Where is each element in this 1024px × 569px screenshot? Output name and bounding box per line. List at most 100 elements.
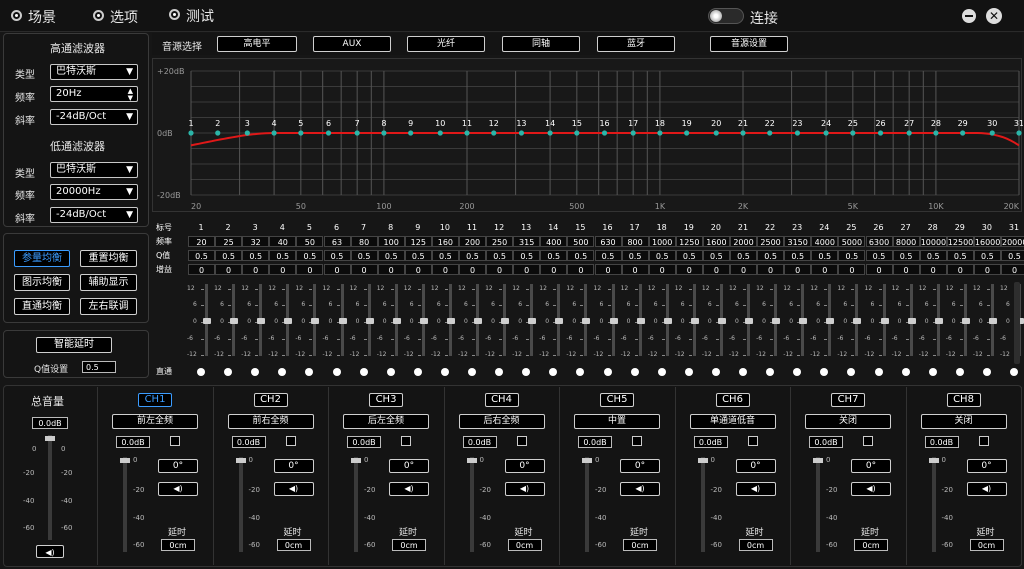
master-volume-fader[interactable] [45,435,55,540]
band-q-input[interactable]: 0.5 [594,250,622,261]
band-gain-slider[interactable]: 12 6 0 -6 -12 [268,282,296,358]
fader-knob[interactable] [235,458,246,463]
band-freq-input[interactable]: 80 [350,236,378,247]
band-q-input[interactable]: 0.5 [404,250,432,261]
hpf-type-select[interactable]: 巴特沃斯 ▼ [50,64,138,80]
band-freq-input[interactable]: 20000 [1001,236,1024,247]
band-freq-input[interactable]: 10000 [919,236,947,247]
band-freq-input[interactable]: 1250 [675,236,703,247]
slider-knob[interactable] [446,318,455,324]
band-freq-input[interactable]: 20 [188,236,215,247]
slider-knob[interactable] [338,318,347,324]
band-q-input[interactable]: 0.5 [892,250,920,261]
channel-volume-fader[interactable] [582,457,592,552]
source-settings-button[interactable]: 音源设置 [710,36,788,52]
slider-knob[interactable] [934,318,943,324]
band-freq-input[interactable]: 100 [377,236,405,247]
band-gain-input[interactable]: 0 [513,264,541,275]
band-q-input[interactable]: 0.5 [188,250,215,261]
band-freq-input[interactable]: 50 [296,236,324,247]
band-q-input[interactable]: 0.5 [323,250,351,261]
band-freq-input[interactable]: 3150 [784,236,812,247]
band-gain-input[interactable]: 0 [757,264,785,275]
band-gain-slider[interactable]: 12 6 0 -6 -12 [621,282,649,358]
band-q-input[interactable]: 0.5 [865,250,893,261]
slider-knob[interactable] [880,318,889,324]
channel-delay-input[interactable]: 0cm [623,539,657,551]
band-gain-input[interactable]: 0 [838,264,866,275]
band-gain-input[interactable]: 0 [431,264,459,275]
slider-knob[interactable] [772,318,781,324]
slider-knob[interactable] [528,318,537,324]
band-q-input[interactable]: 0.5 [648,250,676,261]
slider-knob[interactable] [230,318,239,324]
band-bypass-radio[interactable] [224,368,233,376]
band-freq-input[interactable]: 8000 [892,236,920,247]
lpf-type-select[interactable]: 巴特沃斯 ▼ [50,162,138,178]
band-gain-input[interactable]: 0 [486,264,514,275]
scene-radio[interactable] [11,10,22,21]
band-freq-input[interactable]: 16000 [973,236,1001,247]
channel-phase-button[interactable]: 0° [966,459,1007,473]
channel-mute-checkbox[interactable] [978,436,989,446]
band-freq-input[interactable]: 40 [269,236,297,247]
slider-knob[interactable] [745,318,753,324]
channel-volume-fader[interactable] [351,457,361,552]
source-coaxial-button[interactable]: 同轴 [502,36,580,52]
slider-knob[interactable] [582,318,591,324]
band-freq-input[interactable]: 125 [404,236,432,247]
channel-volume-fader[interactable] [928,457,939,552]
channel-tab[interactable]: CH2 [253,393,288,407]
fader-knob[interactable] [351,458,361,463]
test-radio[interactable] [169,9,180,20]
lpf-slope-select[interactable]: -24dB/Oct ▼ [50,207,138,223]
band-gain-slider[interactable]: 12 6 0 -6 -12 [350,282,378,358]
band-bypass-radio[interactable] [495,368,504,376]
lpf-freq-select[interactable]: 20000Hz ▼ [50,184,138,200]
band-gain-slider[interactable]: 12 6 0 -6 -12 [485,282,513,358]
slider-knob[interactable] [419,318,428,324]
channel-delay-input[interactable]: 0cm [507,539,542,551]
slider-knob[interactable] [717,318,726,324]
channel-phase-button[interactable]: 0° [504,459,545,473]
channel-position-select[interactable]: 后右全频 [458,414,545,429]
band-gain-slider[interactable]: 12 6 0 -6 -12 [458,282,486,358]
band-bypass-radio[interactable] [251,368,260,376]
channel-speaker-button[interactable]: ◀) [504,482,545,496]
scene-label[interactable]: 场景 [28,7,56,27]
channel-mute-checkbox[interactable] [285,436,296,446]
band-q-input[interactable]: 0.5 [431,250,459,261]
channel-position-select[interactable]: 前左全频 [112,414,198,429]
channel-tab[interactable]: CH3 [369,393,403,407]
source-high-level-button[interactable]: 高电平 [217,36,297,52]
slider-knob[interactable] [365,318,374,324]
reset-eq-button[interactable]: 重置均衡 [80,250,137,267]
band-bypass-radio[interactable] [1010,368,1018,376]
band-gain-input[interactable]: 0 [946,264,974,275]
band-q-input[interactable]: 0.5 [296,250,324,261]
band-bypass-radio[interactable] [332,368,341,376]
band-bypass-radio[interactable] [576,368,585,376]
band-bypass-radio[interactable] [305,368,314,376]
eq-curve-chart[interactable]: +20dB0dB-20dB20 50 100 200 500 1K 2K 5K 10K 20K1 2… [153,59,1023,213]
band-gain-slider[interactable]: 12 6 0 -6 -12 [295,282,323,358]
band-gain-input[interactable]: 0 [865,264,893,275]
channel-delay-input[interactable]: 0cm [738,539,773,551]
band-gain-input[interactable]: 0 [323,264,351,275]
band-bypass-radio[interactable] [468,368,476,376]
channel-tab[interactable]: CH6 [715,393,750,407]
band-gain-slider[interactable]: 12 6 0 -6 -12 [675,282,703,358]
minimize-icon[interactable] [962,9,976,23]
slider-knob[interactable] [799,318,808,324]
channel-position-select[interactable]: 关闭 [920,414,1007,429]
spinner-arrows-icon[interactable]: ▲ ▼ [128,88,133,102]
band-bypass-radio[interactable] [982,368,991,376]
band-bypass-radio[interactable] [820,368,829,376]
channel-phase-button[interactable]: 0° [851,459,891,473]
band-gain-slider[interactable]: 12 6 0 -6 -12 [756,282,784,358]
slider-knob[interactable] [663,318,672,324]
band-gain-input[interactable]: 0 [540,264,568,275]
band-gain-input[interactable]: 0 [594,264,622,275]
band-gain-input[interactable]: 0 [567,264,595,275]
band-bypass-radio[interactable] [901,368,910,376]
